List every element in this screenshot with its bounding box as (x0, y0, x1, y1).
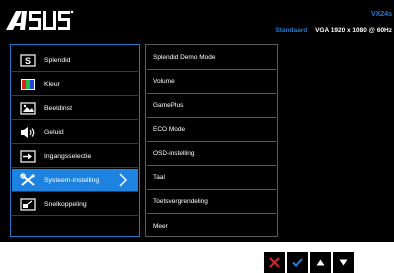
menu-item-snelkoppeling[interactable]: Snelkoppeling (12, 193, 138, 216)
main-menu: S Splendid Kleur Beeldinst Geluid Ingang… (10, 44, 140, 237)
model-name: VX24s (370, 11, 392, 18)
submenu-item-volume[interactable]: Volume (147, 70, 276, 94)
status-line: Standaard VGA 1920 x 1080 @ 60Hz (275, 27, 392, 34)
menu-item-beeldinst[interactable]: Beeldinst (12, 97, 138, 120)
menu-item-label: Systeem-instelling (44, 176, 100, 184)
submenu: Splendid Demo Mode Volume GamePlus ECO M… (145, 44, 278, 237)
menu-item-systeem-instelling[interactable]: Systeem-instelling (12, 169, 138, 192)
tools-icon (18, 173, 38, 187)
color-icon (18, 77, 38, 91)
chevron-right-icon (119, 173, 128, 187)
down-icon (339, 259, 348, 266)
mode-label: Standaard (275, 27, 308, 34)
check-icon (292, 258, 303, 267)
confirm-button[interactable] (287, 252, 308, 273)
up-button[interactable] (310, 252, 331, 273)
submenu-item-meer[interactable]: Meer (147, 214, 276, 238)
menu-item-ingangsselectie[interactable]: Ingangsselectie (12, 145, 138, 168)
submenu-item-gameplus[interactable]: GamePlus (147, 94, 276, 118)
shortcut-icon (18, 197, 38, 211)
input-icon (18, 149, 38, 163)
menu-item-label: Geluid (44, 128, 64, 136)
exit-button[interactable] (264, 252, 285, 273)
menu-item-splendid[interactable]: S Splendid (12, 49, 138, 72)
resolution-label: VGA 1920 x 1080 @ 60Hz (315, 27, 392, 34)
osd-panel: VX24s Standaard VGA 1920 x 1080 @ 60Hz S… (0, 0, 394, 242)
menu-item-kleur[interactable]: Kleur (12, 73, 138, 96)
svg-text:S: S (25, 56, 31, 66)
splendid-icon: S (18, 53, 38, 67)
submenu-item-osd-instelling[interactable]: OSD-instelling (147, 142, 276, 166)
menu-item-label: Snelkoppeling (44, 200, 87, 208)
submenu-item-splendid-demo-mode[interactable]: Splendid Demo Mode (147, 46, 276, 70)
submenu-item-eco-mode[interactable]: ECO Mode (147, 118, 276, 142)
asus-logo (6, 10, 74, 30)
up-icon (316, 259, 325, 266)
close-icon (269, 257, 280, 268)
submenu-item-taal[interactable]: Taal (147, 166, 276, 190)
menu-item-label: Ingangsselectie (44, 152, 92, 160)
down-button[interactable] (333, 252, 354, 273)
menu-item-label: Kleur (44, 80, 60, 88)
menu-item-geluid[interactable]: Geluid (12, 121, 138, 144)
menu-item-label: Splendid (44, 56, 71, 64)
menu-item-label: Beeldinst (44, 104, 72, 112)
image-icon (18, 101, 38, 115)
button-bar (264, 252, 356, 273)
speaker-icon (18, 125, 38, 139)
submenu-item-toetsvergrendeling[interactable]: Toetsvergrendeling (147, 190, 276, 214)
